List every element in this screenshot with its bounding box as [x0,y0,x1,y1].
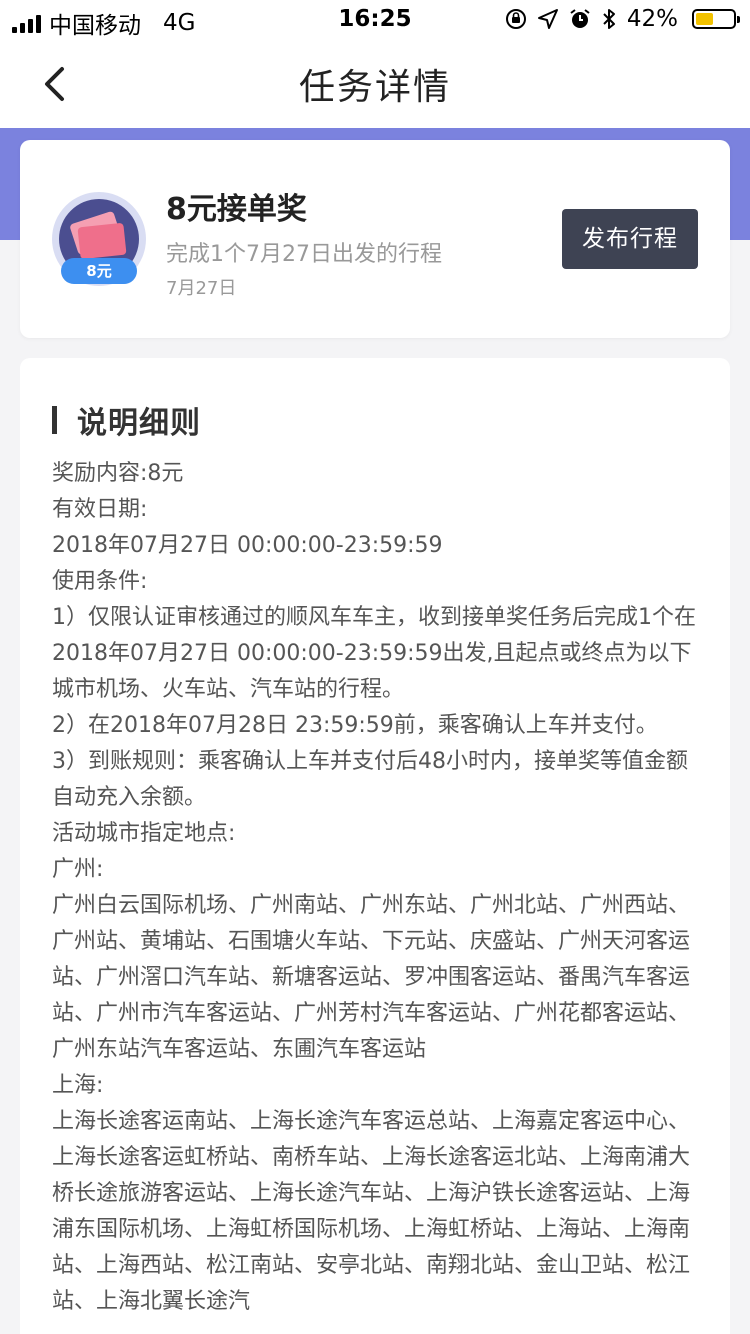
rule-line: 活动城市指定地点: [52,821,236,846]
rule-line: 2）在2018年07月28日 23:59:59前，乘客确认上车并支付。 [52,713,658,738]
back-button[interactable] [34,62,74,106]
rule-line: 奖励内容:8元 [52,461,184,486]
nav-bar: 任务详情 [0,40,750,128]
status-bar: 中国移动 4G 16:25 42% [0,0,750,40]
section-title: 说明细则 [77,406,201,441]
chevron-left-icon [45,67,64,101]
orientation-lock-icon [505,9,526,29]
reward-date: 7月27日 [166,278,237,299]
reward-title: 8元接单奖 [166,192,307,227]
location-arrow-icon [537,9,558,29]
battery-icon [692,9,740,29]
reward-card: 8元 8元接单奖 完成1个7月27日出发的行程 7月27日 发布行程 [20,140,730,338]
rule-line: 1）仅限认证审核通过的顺风车车主，收到接单奖任务后完成1个在2018年07月27… [52,605,696,702]
section-header: 说明细则 [52,398,201,442]
rule-line: 有效日期: [52,497,148,522]
publish-trip-button[interactable]: 发布行程 [562,209,698,269]
alarm-clock-icon [570,9,590,28]
reward-amount-badge: 8元 [61,258,137,284]
city-locations: 上海长途客运南站、上海长途汽车客运总站、上海嘉定客运中心、上海长途客运虹桥站、南… [52,1109,691,1314]
rule-line: 2018年07月27日 00:00:00-23:59:59 [52,533,443,558]
rules-text: 奖励内容:8元 有效日期: 2018年07月27日 00:00:00-23:59… [52,456,702,1320]
rule-line: 3）到账规则：乘客确认上车并支付后48小时内，接单奖等值金额自动充入余额。 [52,749,688,810]
battery-percent: 42% [626,6,678,32]
bluetooth-icon [603,9,615,29]
section-accent-bar [52,406,57,434]
details-card: 说明细则 奖励内容:8元 有效日期: 2018年07月27日 00:00:00-… [20,358,730,1334]
reward-avatar: 8元 [52,192,146,286]
city-label: 广州: [52,857,104,882]
city-locations: 广州白云国际机场、广州南站、广州东站、广州北站、广州西站、广州站、黄埔站、石围塘… [52,893,691,1062]
rule-line: 使用条件: [52,569,148,594]
page: 中国移动 4G 16:25 42% 任务详情 8元 8元接单奖 完成1个7月27… [0,0,750,1334]
reward-description: 完成1个7月27日出发的行程 [166,242,442,267]
city-label: 上海: [52,1073,104,1098]
page-title: 任务详情 [298,67,451,108]
status-right: 42% [505,6,740,32]
